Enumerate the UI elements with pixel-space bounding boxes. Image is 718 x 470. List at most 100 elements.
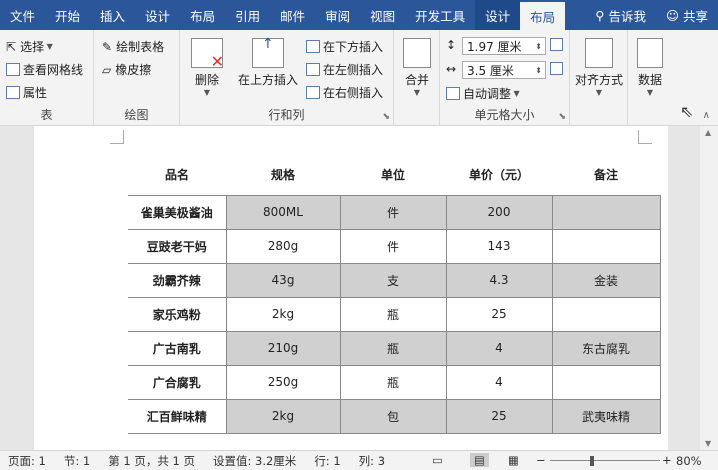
zoom-out-icon[interactable]: − xyxy=(536,453,546,467)
name-cell[interactable]: 劲霸芥辣 xyxy=(128,262,227,298)
note-cell[interactable] xyxy=(551,296,661,332)
alignment-button[interactable]: 对齐方式 ▼ xyxy=(572,38,626,97)
insert-below-button[interactable]: 在下方插入 xyxy=(306,38,383,55)
note-cell[interactable] xyxy=(551,194,661,230)
status-page[interactable]: 页面: 1 xyxy=(8,453,46,469)
tab-view[interactable]: 视图 xyxy=(360,0,405,30)
delete-button[interactable]: ✕ 删除 ▼ xyxy=(186,38,228,97)
note-cell[interactable]: 金装 xyxy=(551,262,661,298)
unit-cell[interactable]: 瓶 xyxy=(339,330,447,366)
insert-left-button[interactable]: 在左侧插入 xyxy=(306,61,383,78)
alignment-label: 对齐方式 xyxy=(574,73,623,87)
tab-references[interactable]: 引用 xyxy=(225,0,270,30)
tab-review[interactable]: 审阅 xyxy=(315,0,360,30)
note-cell[interactable]: 东古腐乳 xyxy=(551,330,661,366)
dialog-launcher-icon[interactable]: ⬊ xyxy=(382,112,390,122)
tab-home[interactable]: 开始 xyxy=(45,0,90,30)
name-cell[interactable]: 家乐鸡粉 xyxy=(128,296,227,332)
draw-table-button[interactable]: ✎ 绘制表格 xyxy=(102,38,164,55)
collapse-ribbon-icon[interactable]: ∧ xyxy=(703,110,710,121)
spinner-icon[interactable]: ⬍ xyxy=(535,66,542,75)
properties-button[interactable]: 属性 xyxy=(6,84,47,101)
product-table[interactable]: 品名 规格 单位 单价（元） 备注 雀巢美极酱油 800ML 件 200 豆豉老… xyxy=(128,155,661,434)
price-cell[interactable]: 200 xyxy=(445,194,553,230)
print-layout-icon[interactable]: ▤ xyxy=(470,453,489,467)
tab-design[interactable]: 设计 xyxy=(135,0,180,30)
unit-cell[interactable]: 支 xyxy=(339,262,447,298)
web-layout-icon[interactable]: ▦ xyxy=(508,453,519,467)
name-cell[interactable]: 广古南乳 xyxy=(128,330,227,366)
name-cell[interactable]: 豆豉老干妈 xyxy=(128,228,227,264)
data-button[interactable]: 数据 ▼ xyxy=(632,38,668,97)
price-cell[interactable]: 4 xyxy=(445,330,553,366)
spec-cell[interactable]: 280g xyxy=(225,228,341,264)
group-data: 数据 ▼ xyxy=(628,30,672,126)
unit-cell[interactable]: 包 xyxy=(339,398,447,434)
draw-table-label: 绘制表格 xyxy=(116,40,165,54)
group-draw-label: 绘图 xyxy=(124,108,149,122)
tab-insert[interactable]: 插入 xyxy=(90,0,135,30)
name-cell[interactable]: 汇百鲜味精 xyxy=(128,398,227,434)
note-cell[interactable] xyxy=(551,364,661,400)
distribute-rows-button[interactable] xyxy=(550,38,566,51)
price-cell[interactable]: 4.3 xyxy=(445,262,553,298)
spec-cell[interactable]: 210g xyxy=(225,330,341,366)
tab-mailings[interactable]: 邮件 xyxy=(270,0,315,30)
status-setting[interactable]: 设置值: 3.2厘米 xyxy=(213,453,296,469)
status-page-count[interactable]: 第 1 页，共 1 页 xyxy=(108,453,195,469)
tab-layout[interactable]: 布局 xyxy=(180,0,225,30)
tab-file[interactable]: 文件 xyxy=(0,0,45,30)
select-button[interactable]: ⇱ 选择 ▼ xyxy=(6,38,53,55)
row-height-input[interactable]: 1.97 厘米 ⬍ xyxy=(462,37,546,55)
zoom-level[interactable]: 80% xyxy=(676,454,702,468)
header-cell[interactable]: 品名 xyxy=(128,155,226,195)
header-cell[interactable]: 单价（元） xyxy=(446,155,552,195)
insert-right-button[interactable]: 在右侧插入 xyxy=(306,84,383,101)
note-cell[interactable]: 武夷味精 xyxy=(551,398,661,434)
name-cell[interactable]: 广合腐乳 xyxy=(128,364,227,400)
status-row[interactable]: 行: 1 xyxy=(314,453,340,469)
spec-cell[interactable]: 800ML xyxy=(225,194,341,230)
view-gridlines-button[interactable]: 查看网格线 xyxy=(6,61,83,78)
autofit-button[interactable]: 自动调整 ▼ xyxy=(446,85,520,102)
spec-cell[interactable]: 43g xyxy=(225,262,341,298)
zoom-slider-thumb[interactable] xyxy=(590,456,594,466)
price-cell[interactable]: 25 xyxy=(445,296,553,332)
tab-developer[interactable]: 开发工具 xyxy=(405,0,475,30)
distribute-cols-button[interactable] xyxy=(550,62,566,75)
unit-cell[interactable]: 件 xyxy=(339,194,447,230)
note-cell[interactable] xyxy=(551,228,661,264)
insert-above-button[interactable]: ↑ 在上方插入 xyxy=(234,36,302,88)
tell-me-search[interactable]: ⚲ 告诉我 xyxy=(585,0,656,30)
vertical-scrollbar[interactable]: ▲ ▼ xyxy=(700,126,718,450)
read-mode-icon[interactable]: ▭ xyxy=(432,453,443,467)
tab-table-design[interactable]: 设计 xyxy=(475,0,521,30)
zoom-in-icon[interactable]: + xyxy=(662,453,672,467)
zoom-slider[interactable] xyxy=(550,456,660,466)
status-section[interactable]: 节: 1 xyxy=(64,453,90,469)
spec-cell[interactable]: 2kg xyxy=(225,296,341,332)
unit-cell[interactable]: 瓶 xyxy=(339,296,447,332)
spec-cell[interactable]: 250g xyxy=(225,364,341,400)
eraser-button[interactable]: ▱ 橡皮擦 xyxy=(102,61,151,78)
status-col[interactable]: 列: 3 xyxy=(359,453,385,469)
tab-table-layout[interactable]: 布局 xyxy=(520,2,566,30)
unit-cell[interactable]: 件 xyxy=(339,228,447,264)
scroll-down-icon[interactable]: ▼ xyxy=(705,439,711,448)
price-cell[interactable]: 143 xyxy=(445,228,553,264)
dialog-launcher-icon[interactable]: ⬊ xyxy=(558,112,566,122)
col-width-input[interactable]: 3.5 厘米 ⬍ xyxy=(462,61,546,79)
share-button[interactable]: ☺ 共享 xyxy=(656,0,718,30)
header-cell[interactable]: 规格 xyxy=(226,155,340,195)
spec-cell[interactable]: 2kg xyxy=(225,398,341,434)
unit-cell[interactable]: 瓶 xyxy=(339,364,447,400)
spinner-icon[interactable]: ⬍ xyxy=(535,42,542,51)
header-cell[interactable]: 单位 xyxy=(340,155,446,195)
scroll-up-icon[interactable]: ▲ xyxy=(705,128,711,137)
name-cell[interactable]: 雀巢美极酱油 xyxy=(128,194,227,230)
price-cell[interactable]: 4 xyxy=(445,364,553,400)
col-width-control: ↔ xyxy=(446,62,456,76)
header-cell[interactable]: 备注 xyxy=(552,155,660,195)
price-cell[interactable]: 25 xyxy=(445,398,553,434)
merge-button[interactable]: 合并 ▼ xyxy=(400,38,434,97)
